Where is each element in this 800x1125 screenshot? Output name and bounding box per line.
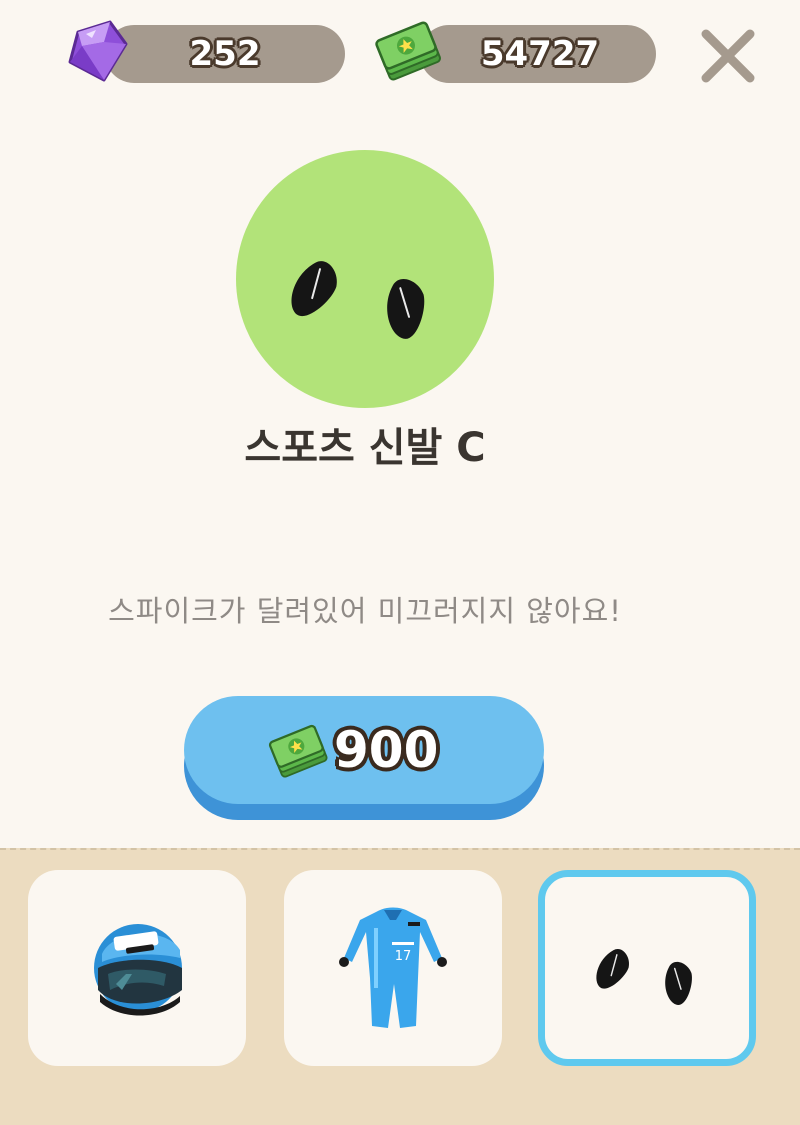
shoes-icon bbox=[596, 949, 692, 1006]
cash-counter: 54727 bbox=[420, 25, 656, 83]
suit-icon: 17 bbox=[339, 907, 447, 1028]
helmet-icon bbox=[94, 924, 182, 1016]
cash-icon bbox=[375, 21, 441, 81]
item-description: 스파이크가 달려있어 미끄러지지 않아요! bbox=[108, 594, 622, 628]
buy-price: 900 bbox=[334, 721, 439, 779]
slot-shoes-selected[interactable] bbox=[538, 870, 756, 1066]
cash-count: 54727 bbox=[480, 34, 600, 74]
buy-button[interactable]: 900 bbox=[184, 696, 544, 822]
cash-icon bbox=[268, 724, 328, 778]
item-name: 스포츠 신발 C bbox=[244, 425, 486, 471]
gem-icon bbox=[68, 20, 128, 82]
slot-suit[interactable]: 17 bbox=[284, 870, 502, 1066]
shoes-icon bbox=[291, 261, 425, 339]
gem-counter: 252 bbox=[105, 25, 345, 83]
svg-text:17: 17 bbox=[395, 949, 412, 964]
buy-button-face[interactable]: 900 bbox=[184, 696, 544, 804]
gem-count: 252 bbox=[189, 34, 261, 74]
close-icon[interactable] bbox=[698, 26, 758, 86]
slot-helmet[interactable] bbox=[28, 870, 246, 1066]
